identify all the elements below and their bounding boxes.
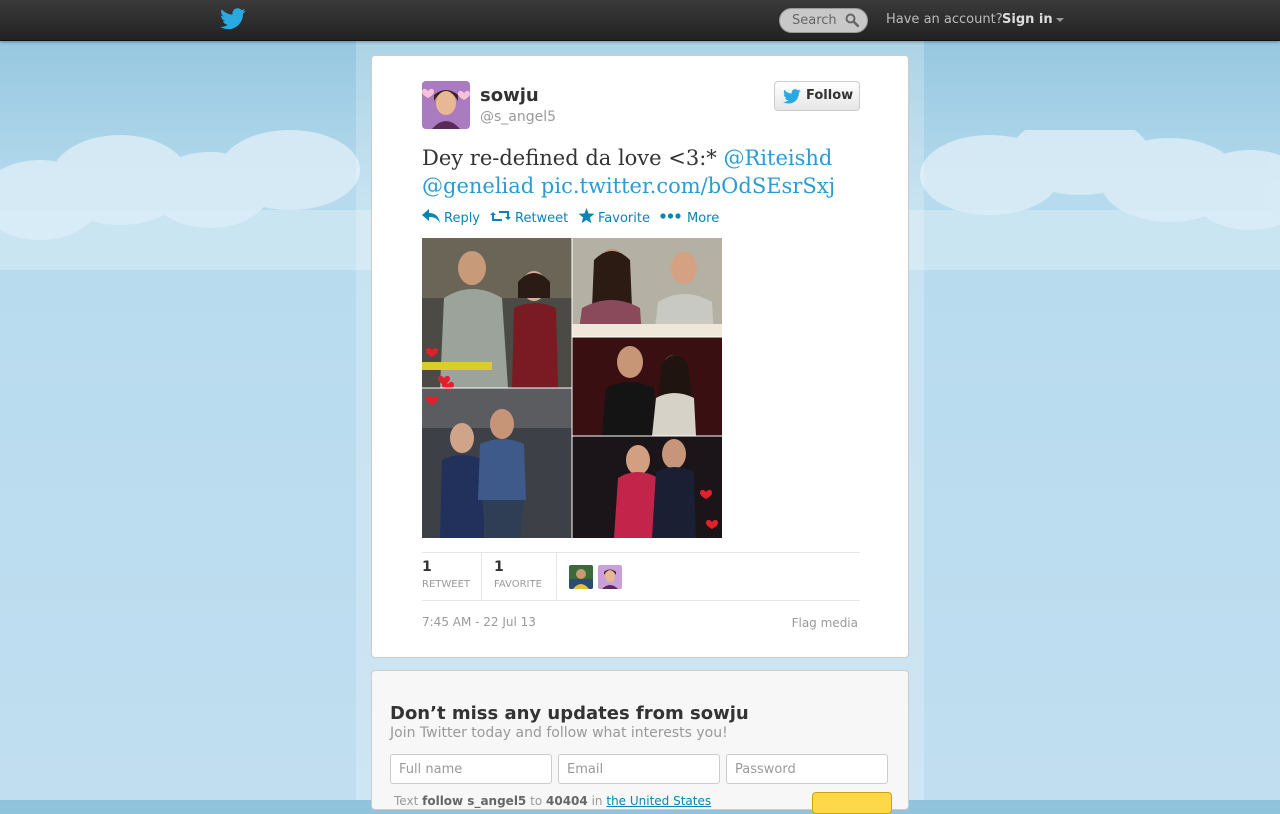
sms-follow-line: Text follow s_angel5 to 40404 in the Uni…	[394, 794, 711, 808]
signup-title: Don’t miss any updates from sowju	[390, 703, 749, 724]
more-label: More	[687, 211, 720, 226]
retweet-count: 1	[422, 559, 432, 575]
retweet-label: Retweet	[515, 211, 569, 226]
more-dots-icon	[660, 213, 681, 219]
stat-divider	[481, 553, 482, 600]
sms-to: to	[530, 794, 543, 808]
avatar-image	[422, 81, 470, 129]
follow-label: Follow	[806, 88, 854, 103]
country-link[interactable]: the United States	[606, 794, 711, 808]
caret-down-icon	[1055, 17, 1064, 22]
tweet-timestamp[interactable]: 7:45 AM - 22 Jul 13	[422, 615, 536, 629]
favorite-label: Favorite	[598, 211, 650, 226]
stat-divider	[556, 553, 557, 600]
tweet-photo-collage[interactable]	[422, 238, 722, 538]
top-navigation-bar: Search Have an account? Sign in	[0, 0, 1280, 41]
favorite-stat[interactable]: 1 FAVORITE	[494, 553, 556, 600]
mention-link[interactable]: @Riteishd	[724, 146, 833, 170]
sms-in: in	[591, 794, 603, 808]
search-input[interactable]: Search	[779, 8, 868, 33]
sms-number: 40404	[546, 794, 588, 808]
sign-in-label: Sign in	[1002, 12, 1053, 27]
follow-button[interactable]: Follow	[774, 81, 860, 111]
pic-link[interactable]: pic.twitter.com/bOdSEsrSxj	[541, 174, 835, 198]
twitter-bird-icon	[783, 89, 801, 104]
full-name-field[interactable]	[390, 754, 552, 784]
email-field[interactable]	[558, 754, 720, 784]
reply-label: Reply	[444, 211, 481, 226]
password-field[interactable]	[726, 754, 888, 784]
sms-command: follow s_angel5	[422, 794, 527, 808]
tweet-stats: 1 RETWEET 1 FAVORITE	[422, 552, 860, 601]
user-handle[interactable]: @s_angel5	[480, 109, 556, 125]
favoriter-avatar-image	[569, 565, 593, 589]
sms-text: Text	[394, 794, 419, 808]
sign-in-dropdown[interactable]: Sign in	[1002, 12, 1064, 27]
twitter-bird-logo-icon[interactable]	[220, 8, 246, 30]
have-account-text: Have an account?	[886, 12, 1003, 27]
retweet-stat[interactable]: 1 RETWEET	[422, 553, 481, 600]
user-avatar[interactable]	[422, 81, 470, 129]
search-icon[interactable]	[845, 13, 859, 27]
retweet-icon	[490, 211, 511, 221]
star-icon	[578, 208, 595, 224]
user-display-name[interactable]: sowju	[480, 85, 539, 106]
mention-link[interactable]: @geneliad	[422, 174, 534, 198]
tweet-text-body: Dey re-defined da love <3:*	[422, 146, 724, 170]
favorite-count: 1	[494, 559, 504, 575]
signup-card: Don’t miss any updates from sowju Join T…	[371, 670, 909, 814]
reply-icon	[422, 209, 440, 223]
tweet-text: Dey re-defined da love <3:* @Riteishd @g…	[422, 144, 862, 200]
retweet-stat-label: RETWEET	[422, 579, 471, 590]
tweet-card: sowju @s_angel5 Follow Dey re-defined da…	[371, 55, 909, 658]
flag-media-link[interactable]: Flag media	[792, 616, 858, 630]
favoriter-avatar[interactable]	[569, 565, 593, 589]
favorite-stat-label: FAVORITE	[494, 579, 542, 590]
favoriter-avatar-image	[598, 565, 622, 589]
signup-subtitle: Join Twitter today and follow what inter…	[390, 725, 728, 741]
favoriter-avatar[interactable]	[598, 565, 622, 589]
search-placeholder: Search	[792, 13, 837, 28]
signup-button[interactable]	[812, 792, 892, 814]
